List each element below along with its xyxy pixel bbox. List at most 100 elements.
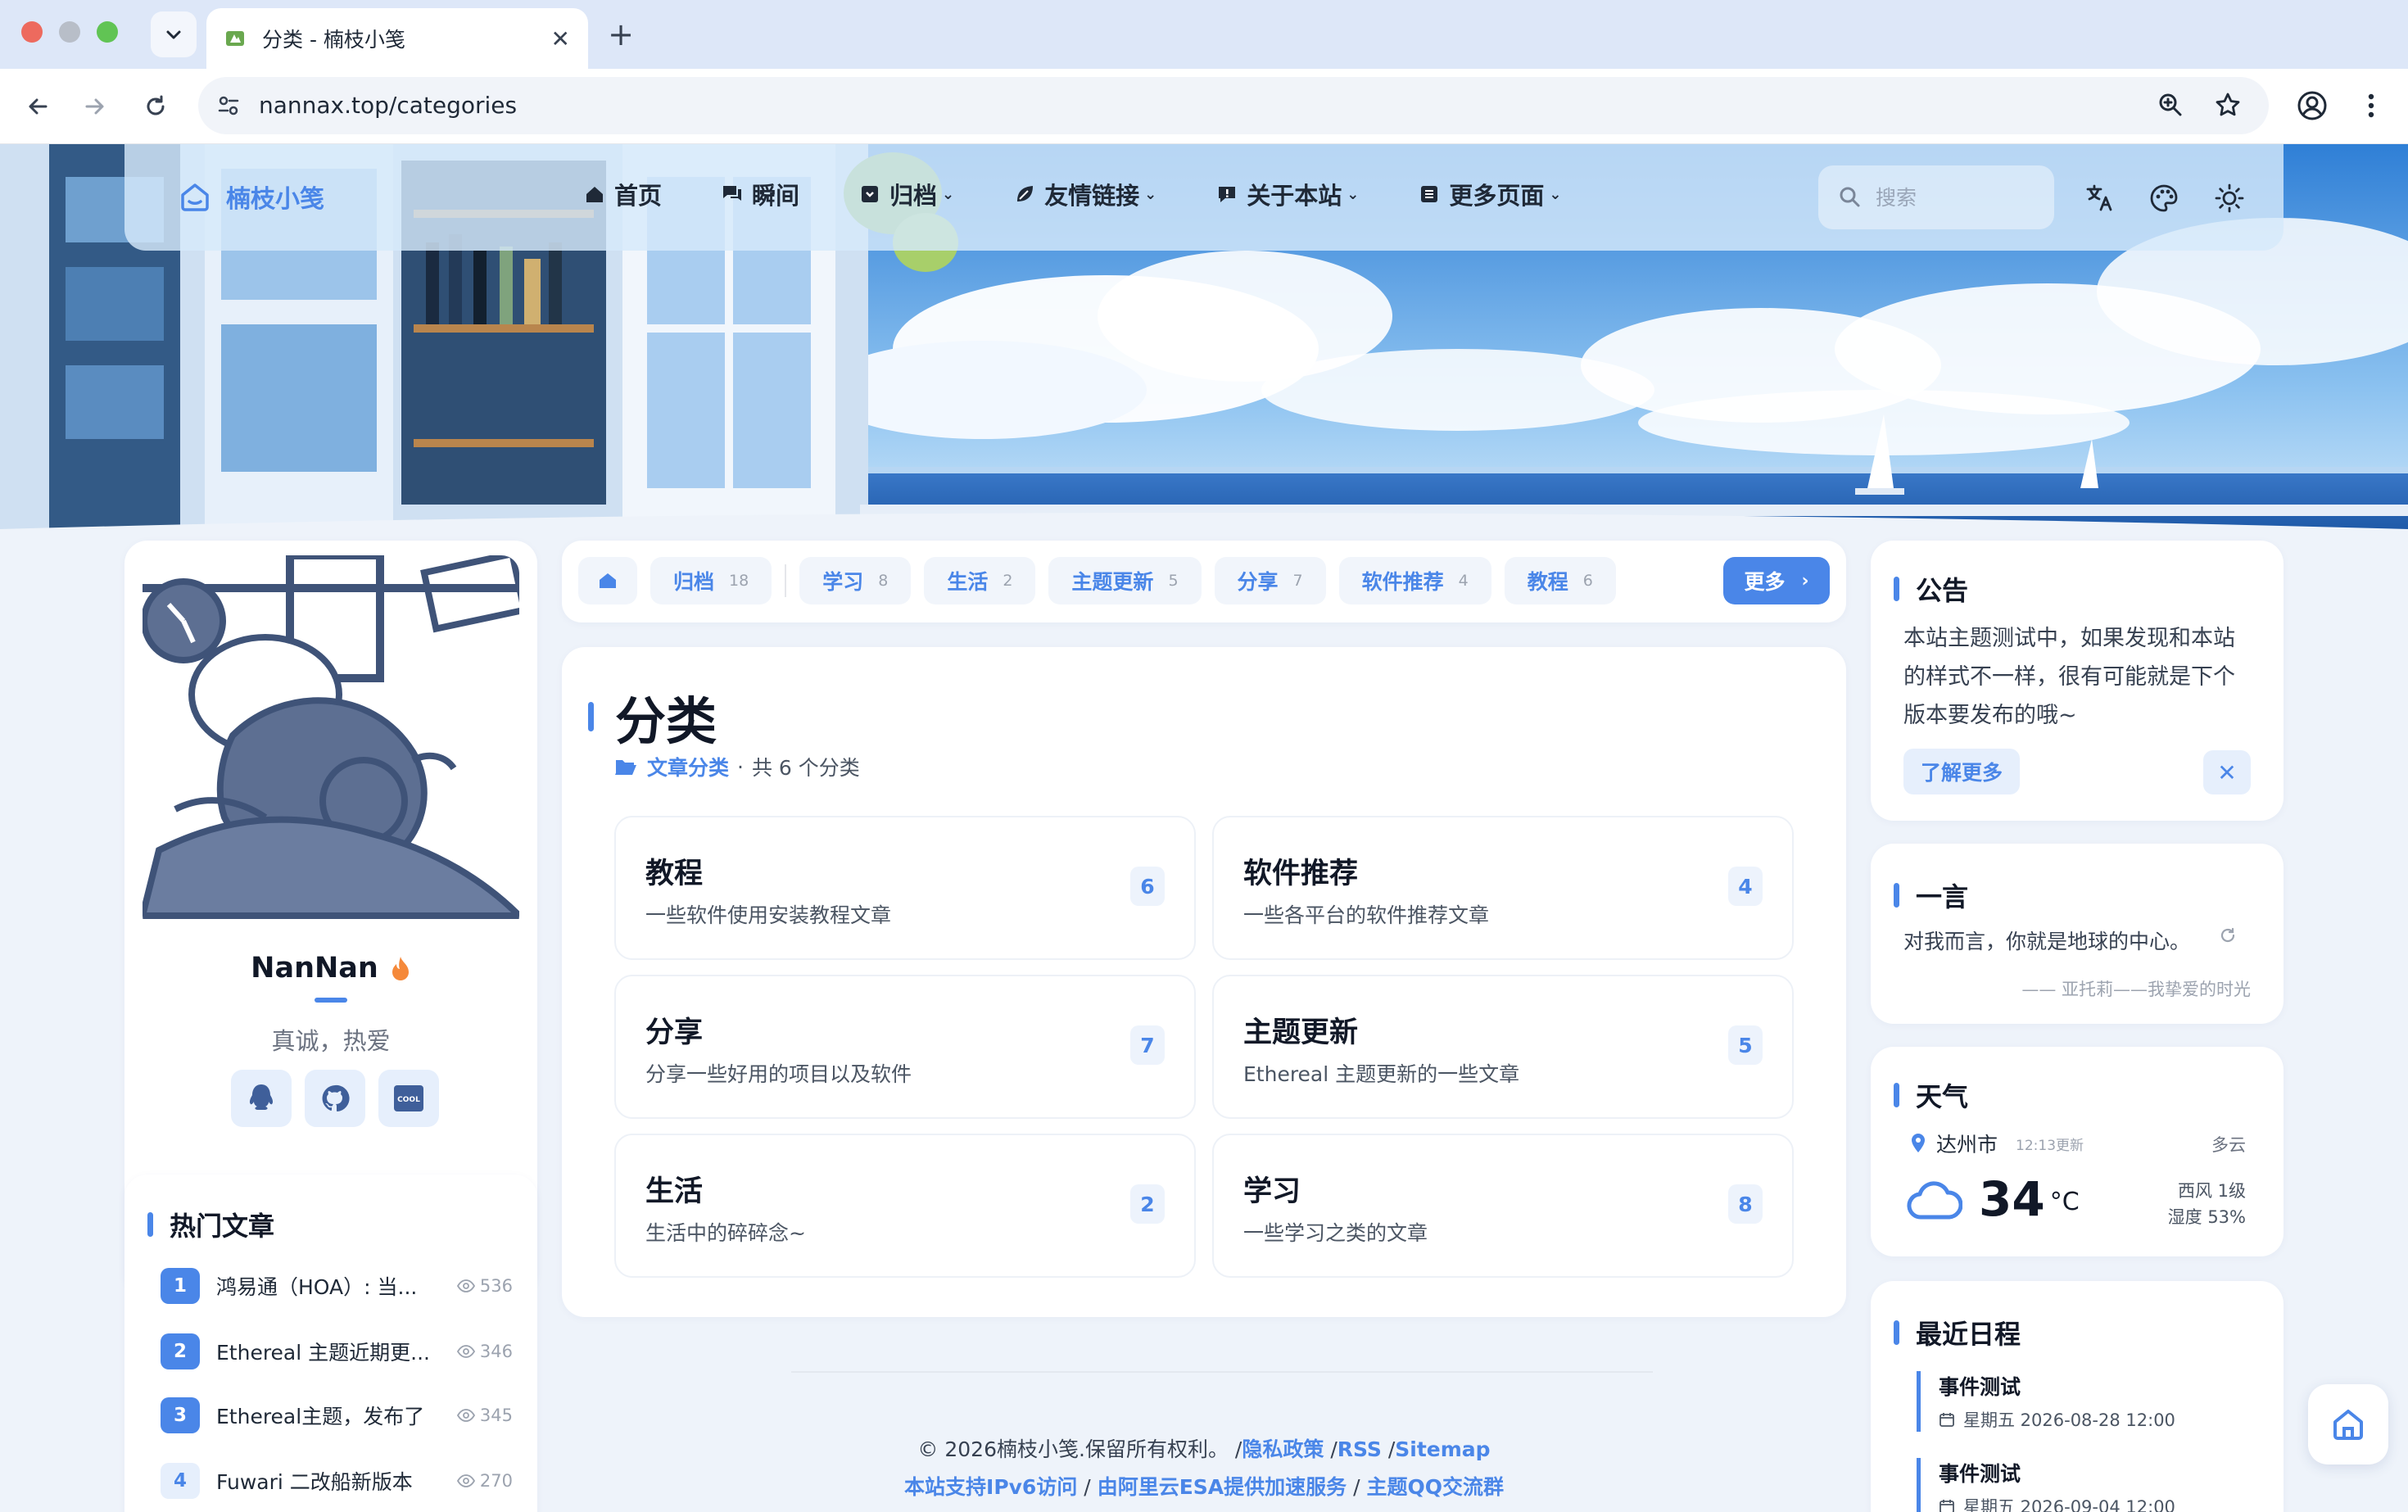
chevron-down-icon: ⌄ (1549, 185, 1562, 203)
quote-refresh-button[interactable] (2218, 926, 2238, 945)
back-button[interactable] (18, 87, 57, 126)
chip-software[interactable]: 软件推荐 4 (1338, 557, 1491, 604)
category-desc: 生活中的碎碎念~ (645, 1221, 806, 1245)
profile-name-text: NanNan (251, 952, 378, 985)
category-card-share[interactable]: 分享 分享一些好用的项目以及软件 7 (614, 975, 1196, 1119)
coolapk-link[interactable]: COOL (378, 1070, 439, 1127)
account-icon (2297, 91, 2327, 120)
notice-close-button[interactable]: ✕ (2203, 750, 2251, 794)
browser-chrome: 分类 - 楠枝小笺 ✕ + nannax.top/categories (0, 0, 2408, 144)
rss-link[interactable]: RSS (1338, 1437, 1382, 1461)
active-tab[interactable]: 分类 - 楠枝小笺 ✕ (206, 8, 588, 69)
schedule-event[interactable]: 事件测试 星期五 2026-08-28 12:00 (1917, 1371, 2261, 1432)
site-settings-button[interactable] (211, 88, 246, 123)
weather-condition: 多云 (2211, 1135, 2246, 1155)
hot-post-item[interactable]: 2 Ethereal 主题近期更... 346 (161, 1332, 513, 1371)
home-outline-icon (2333, 1410, 2363, 1440)
qq-link[interactable] (231, 1070, 292, 1127)
hot-post-item[interactable]: 3 Ethereal主题，发布了 345 (161, 1396, 513, 1435)
nav-link-home[interactable]: 首页 (583, 177, 662, 211)
github-link[interactable] (305, 1070, 365, 1127)
category-card-theme-update[interactable]: 主题更新 Ethereal 主题更新的一些文章 5 (1212, 975, 1794, 1119)
profile-divider (315, 998, 347, 1003)
category-card-tutorial[interactable]: 教程 一些软件使用安装教程文章 6 (614, 816, 1196, 960)
bookmark-button[interactable] (2211, 88, 2244, 121)
folder-open-icon (615, 760, 636, 775)
qq-group-link[interactable]: 主题QQ交流群 (1366, 1475, 1504, 1499)
close-window-button[interactable] (21, 21, 43, 43)
chip-study[interactable]: 学习 8 (799, 557, 912, 604)
nav-link-label: 友情链接 (1044, 182, 1140, 210)
web-page: 楠枝小笺 首页 瞬间 归档 ⌄ 友情链接 ⌄ 关于本站 ⌄ 更多页面 ⌄ 搜索 … (0, 144, 2408, 1512)
translate-button[interactable] (2082, 180, 2118, 216)
tab-search-button[interactable] (151, 11, 197, 57)
breadcrumb[interactable]: 文章分类 (614, 752, 729, 781)
chip-life[interactable]: 生活 2 (924, 557, 1036, 604)
maximize-window-button[interactable] (97, 21, 118, 43)
nav-link-friends[interactable]: 友情链接 ⌄ (1013, 177, 1156, 211)
minimize-window-button[interactable] (59, 21, 80, 43)
reload-button[interactable] (136, 87, 175, 126)
site-search-box[interactable] (1818, 165, 2054, 229)
site-favicon-icon (226, 31, 244, 46)
chip-tutorial[interactable]: 教程 6 (1504, 557, 1616, 604)
browser-menu-button[interactable] (2352, 87, 2390, 124)
category-name: 学习 (1243, 1175, 1301, 1208)
nav-link-moments[interactable]: 瞬间 (721, 177, 799, 211)
sitemap-link[interactable]: Sitemap (1395, 1437, 1490, 1461)
category-card-life[interactable]: 生活 生活中的碎碎念~ 2 (614, 1134, 1196, 1278)
chip-theme-update[interactable]: 主题更新 5 (1048, 557, 1202, 604)
tab-close-button[interactable]: ✕ (551, 25, 570, 52)
hot-post-title: Fuwari 二改船新版本 (216, 1470, 413, 1494)
esa-link[interactable]: 由阿里云ESA提供加速服务 (1098, 1475, 1347, 1499)
tab-strip: 分类 - 楠枝小笺 ✕ + (0, 0, 2408, 69)
chip-share[interactable]: 分享 7 (1214, 557, 1326, 604)
weather-title: 天气 (1894, 1076, 1968, 1114)
more-vertical-icon (2368, 93, 2374, 118)
new-tab-button[interactable]: + (603, 15, 639, 54)
category-count: 4 (1728, 867, 1763, 906)
hot-post-item[interactable]: 4 Fuwari 二改船新版本 270 (161, 1461, 513, 1501)
chevron-right-icon: › (1801, 570, 1809, 591)
zoom-button[interactable] (2154, 88, 2187, 121)
arrow-left-icon (29, 98, 48, 115)
schedule-event[interactable]: 事件测试 星期五 2026-09-04 12:00 (1917, 1458, 2261, 1512)
hot-post-rank: 3 (161, 1397, 200, 1433)
ipv6-link[interactable]: 本站支持IPv6访问 (904, 1475, 1077, 1499)
translate-icon (2086, 184, 2112, 211)
forward-button[interactable] (75, 87, 115, 126)
sun-icon (2215, 183, 2244, 213)
hot-posts-title: 热门文章 (147, 1206, 274, 1243)
chip-home[interactable] (578, 557, 637, 604)
quote-source: —— 亚托莉——我挚爱的时光 (2021, 980, 2251, 999)
back-home-float-button[interactable] (2308, 1384, 2388, 1464)
chip-archive[interactable]: 归档 18 (650, 557, 772, 604)
footer-divider (791, 1371, 1653, 1373)
url-text[interactable]: nannax.top/categories (259, 92, 517, 119)
chevron-down-icon: ⌄ (942, 185, 955, 203)
nav-link-label: 更多页面 (1449, 182, 1545, 210)
category-card-study[interactable]: 学习 一些学习之类的文章 8 (1212, 1134, 1794, 1278)
nav-link-more-pages[interactable]: 更多页面 ⌄ (1418, 177, 1561, 211)
privacy-link[interactable]: 隐私政策 (1242, 1437, 1324, 1461)
category-count: 5 (1728, 1025, 1763, 1065)
address-bar[interactable]: nannax.top/categories (198, 77, 2269, 134)
site-brand[interactable]: 楠枝小笺 (179, 179, 324, 215)
nav-link-about[interactable]: 关于本站 ⌄ (1215, 177, 1359, 211)
theme-color-button[interactable] (2146, 180, 2182, 216)
notice-more-button[interactable]: 了解更多 (1903, 749, 2020, 794)
eye-icon (456, 1279, 475, 1292)
chat-icon (723, 186, 742, 201)
category-card-software[interactable]: 软件推荐 一些各平台的软件推荐文章 4 (1212, 816, 1794, 960)
profile-button[interactable] (2293, 87, 2331, 124)
event-date: 星期五 2026-09-04 12:00 (1939, 1494, 2261, 1512)
location-pin-icon (1912, 1134, 1925, 1152)
search-input[interactable] (1876, 185, 2023, 210)
hot-post-item[interactable]: 1 鸿易通（HOA）: 当... 536 (161, 1266, 513, 1306)
dark-mode-toggle[interactable] (2211, 180, 2247, 216)
nav-link-archive[interactable]: 归档 ⌄ (858, 177, 954, 211)
category-desc: 一些软件使用安装教程文章 (645, 903, 892, 927)
chips-more-button[interactable]: 更多 › (1723, 557, 1830, 604)
nav-link-label: 关于本站 (1247, 182, 1342, 210)
notice-text: 本站主题测试中，如果发现和本站的样式不一样，很有可能就是下个版本要发布的哦~ (1903, 626, 2235, 728)
